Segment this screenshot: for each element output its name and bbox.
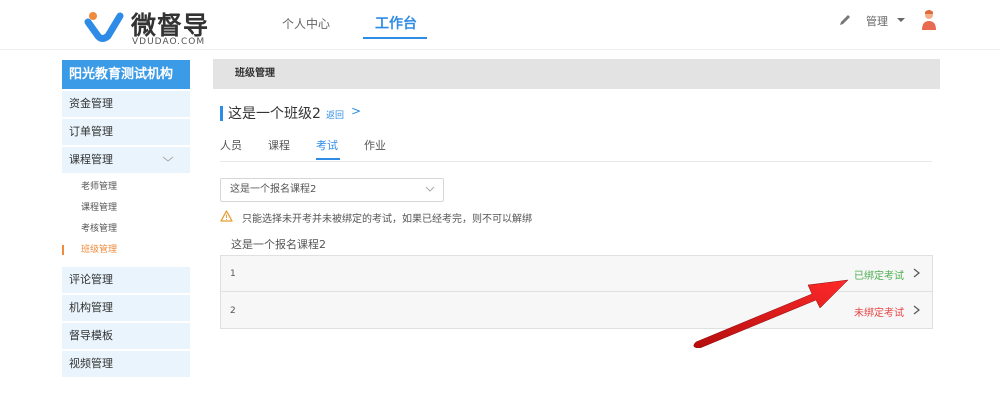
chevron-right-icon	[913, 305, 920, 315]
course-select-value: 这是一个报名课程2	[230, 184, 317, 195]
submenu-item-label: 班级管理	[81, 245, 118, 255]
course-submenu: 老师管理 课程管理 考核管理 班级管理	[62, 173, 190, 265]
logo-icon	[84, 12, 124, 42]
list-item[interactable]: 1 已绑定考试	[221, 256, 932, 292]
tab-courses[interactable]: 课程	[268, 137, 290, 153]
sidebar-item-courses[interactable]: 课程管理	[62, 147, 190, 173]
active-marker	[62, 245, 64, 255]
logo-subtext: VDUDAO.COM	[132, 37, 206, 47]
tab-exams[interactable]: 考试	[316, 137, 338, 153]
course-select[interactable]: 这是一个报名课程2	[220, 178, 444, 202]
row-number: 2	[230, 306, 236, 316]
org-title: 阳光教育测试机构	[62, 60, 190, 89]
submenu-item-classes[interactable]: 班级管理	[62, 240, 190, 261]
submenu-item-courses[interactable]: 课程管理	[62, 198, 190, 219]
nav-workbench[interactable]: 工作台	[375, 13, 417, 33]
sidebar: 阳光教育测试机构 资金管理 订单管理 课程管理 老师管理 课程管理 考核管理 班…	[62, 60, 190, 377]
page-title: 这是一个班级2	[228, 106, 321, 122]
row-number: 1	[230, 269, 236, 279]
user-avatar-icon[interactable]	[920, 9, 938, 31]
caret-down-icon[interactable]	[897, 18, 905, 22]
tab-homework[interactable]: 作业	[364, 137, 386, 153]
tab-active-underline	[316, 158, 340, 160]
warning-text: 只能选择未开考并未被绑定的考试，如果已经考完，则不可以解绑	[242, 214, 532, 225]
pencil-icon[interactable]	[838, 13, 852, 27]
exam-binding-list: 1 已绑定考试 2 未绑定考试	[220, 255, 933, 329]
chevron-down-icon	[162, 156, 174, 162]
chevron-right-icon	[913, 268, 920, 278]
submenu-item-teachers[interactable]: 老师管理	[62, 177, 190, 198]
tab-members[interactable]: 人员	[220, 137, 242, 153]
page: 微督导 VDUDAO.COM 个人中心 工作台 管理 阳光教育测试机构 资金管理…	[0, 0, 1000, 417]
nav-active-underline	[363, 37, 427, 39]
warning-icon	[220, 210, 233, 222]
tab-bar: 人员 课程 考试 作业	[220, 137, 932, 162]
breadcrumb: 班级管理	[213, 59, 940, 89]
title-accent-bar	[220, 106, 223, 121]
course-name-label: 这是一个报名课程2	[231, 238, 326, 251]
sidebar-item-videos[interactable]: 视频管理	[62, 351, 190, 377]
sidebar-item-label: 课程管理	[69, 153, 113, 166]
sidebar-item-comments[interactable]: 评论管理	[62, 267, 190, 293]
status-unbound: 未绑定考试	[854, 308, 904, 319]
sidebar-item-funds[interactable]: 资金管理	[62, 91, 190, 117]
top-header: 微督导 VDUDAO.COM 个人中心 工作台 管理	[0, 0, 1000, 50]
back-link[interactable]: 返回	[326, 108, 344, 121]
sidebar-item-orders[interactable]: 订单管理	[62, 119, 190, 145]
user-menu-label[interactable]: 管理	[866, 13, 888, 29]
submenu-item-assessments[interactable]: 考核管理	[62, 219, 190, 240]
sidebar-item-organization[interactable]: 机构管理	[62, 295, 190, 321]
logo[interactable]: 微督导 VDUDAO.COM	[84, 6, 224, 48]
chevron-right-icon[interactable]: >	[351, 104, 361, 118]
chevron-down-icon	[425, 186, 435, 192]
nav-personal-center[interactable]: 个人中心	[282, 15, 330, 32]
list-item[interactable]: 2 未绑定考试	[221, 293, 932, 329]
sidebar-item-templates[interactable]: 督导模板	[62, 323, 190, 349]
status-bound: 已绑定考试	[854, 271, 904, 282]
